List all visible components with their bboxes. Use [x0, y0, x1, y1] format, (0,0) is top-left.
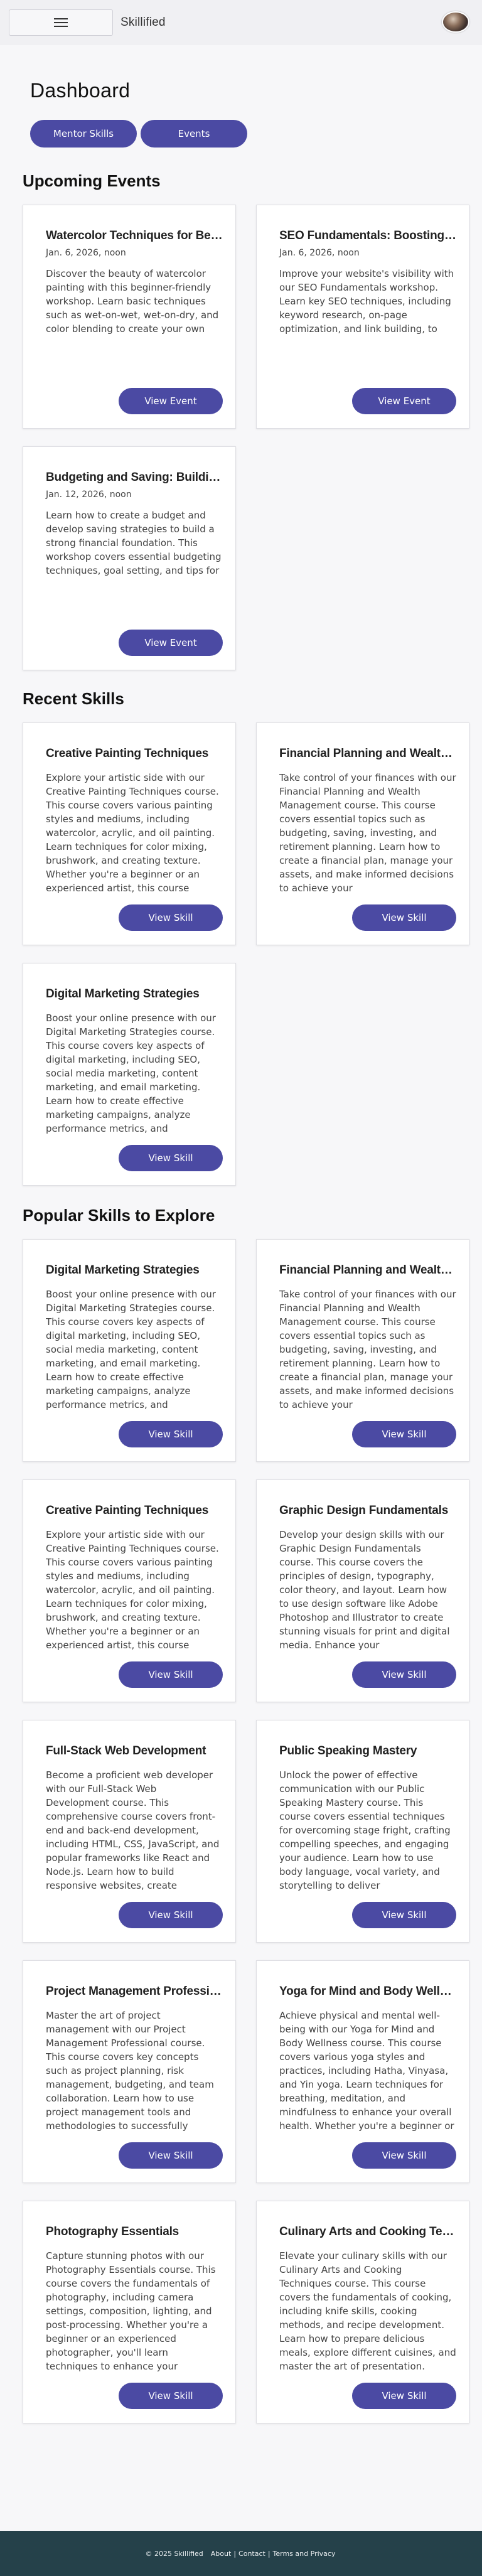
recent-skills-heading: Recent Skills — [23, 689, 124, 708]
top-navbar: Skillified — [0, 0, 482, 45]
card-title: SEO Fundamentals: Boosting Your Website … — [279, 229, 456, 242]
card-description: Unlock the power of effective communicat… — [279, 1769, 451, 1891]
view-skill-button[interactable]: View Skill — [352, 2383, 456, 2409]
card-description: Discover the beauty of watercolor painti… — [46, 268, 219, 335]
event-date: Jan. 12, 2026, noon — [46, 490, 132, 500]
events-grid: Watercolor Techniques for Beginners Jan. … — [23, 205, 469, 670]
view-skill-button[interactable]: View Skill — [352, 1421, 456, 1447]
skill-card: Full-Stack Web Development Become a profi… — [23, 1720, 236, 1943]
card-title: Culinary Arts and Cooking Techniques — [279, 2225, 456, 2238]
view-skill-button[interactable]: View Skill — [352, 1902, 456, 1928]
skill-card: Financial Planning and Wealth Management… — [256, 1239, 469, 1462]
footer-link-about[interactable]: About — [211, 2550, 232, 2558]
card-description: Elevate your culinary skills with our Cu… — [279, 2250, 456, 2372]
card-title: Yoga for Mind and Body Wellness — [279, 1985, 456, 1998]
card-description: Become a proficient web developer with o… — [46, 1769, 220, 1891]
card-title: Financial Planning and Wealth Management — [279, 1264, 456, 1277]
view-skill-button[interactable]: View Skill — [119, 1421, 223, 1447]
main-content: Dashboard Mentor Skills Events Upcoming … — [0, 79, 482, 2423]
event-date: Jan. 6, 2026, noon — [279, 248, 360, 258]
view-skill-button[interactable]: View Skill — [352, 1661, 456, 1688]
card-description: Explore your artistic side with our Crea… — [46, 1529, 219, 1651]
card-title: Budgeting and Saving: Building Financial… — [46, 471, 223, 484]
skill-card: Yoga for Mind and Body Wellness Achieve p… — [256, 1960, 469, 2183]
event-card: SEO Fundamentals: Boosting Your Website … — [256, 205, 469, 429]
view-skill-button[interactable]: View Skill — [119, 1145, 223, 1171]
card-title: Creative Painting Techniques — [46, 1504, 209, 1517]
view-event-button[interactable]: View Event — [352, 388, 456, 414]
popular-skills-grid: Digital Marketing Strategies Boost your o… — [23, 1239, 469, 2423]
view-skill-button[interactable]: View Skill — [119, 1661, 223, 1688]
view-skill-button[interactable]: View Skill — [119, 904, 223, 931]
skill-card: Photography Essentials Capture stunning p… — [23, 2201, 236, 2423]
footer: © 2025 Skillified About | Contact | Terms an… — [0, 2531, 482, 2576]
footer-link-terms[interactable]: Terms and Privacy — [273, 2550, 336, 2558]
footer-separator: | — [267, 2549, 270, 2558]
card-description: Boost your online presence with our Digi… — [46, 1289, 216, 1410]
skill-card: Public Speaking Mastery Unlock the power … — [256, 1720, 469, 1943]
skill-card: Digital Marketing Strategies Boost your o… — [23, 1239, 236, 1462]
dashboard-tabs: Mentor Skills Events — [30, 120, 459, 148]
view-skill-button[interactable]: View Skill — [119, 2142, 223, 2169]
user-avatar[interactable] — [442, 11, 469, 33]
card-title: Financial Planning and Wealth Management — [279, 747, 456, 760]
card-title: Graphic Design Fundamentals — [279, 1504, 449, 1517]
card-description: Capture stunning photos with our Photogr… — [46, 2250, 216, 2372]
card-description: Achieve physical and mental well-being w… — [279, 2010, 454, 2132]
card-description: Develop your design skills with our Grap… — [279, 1529, 450, 1651]
view-skill-button[interactable]: View Skill — [119, 1902, 223, 1928]
view-skill-button[interactable]: View Skill — [119, 2383, 223, 2409]
tab-mentor-skills[interactable]: Mentor Skills — [30, 120, 137, 148]
skill-card: Financial Planning and Wealth Management… — [256, 722, 469, 945]
skill-card: Creative Painting Techniques Explore your… — [23, 1479, 236, 1702]
view-event-button[interactable]: View Event — [119, 388, 223, 414]
card-description: Learn how to create a budget and develop… — [46, 510, 222, 576]
card-title: Creative Painting Techniques — [46, 747, 209, 760]
upcoming-events-heading: Upcoming Events — [23, 171, 161, 190]
brand-name[interactable]: Skillified — [120, 16, 166, 30]
card-description: Boost your online presence with our Digi… — [46, 1012, 216, 1134]
view-skill-button[interactable]: View Skill — [352, 904, 456, 931]
event-date: Jan. 6, 2026, noon — [46, 248, 126, 258]
card-title: Watercolor Techniques for Beginners — [46, 229, 223, 242]
recent-skills-grid: Creative Painting Techniques Explore your… — [23, 722, 469, 1186]
card-title: Full-Stack Web Development — [46, 1744, 206, 1758]
skill-card: Digital Marketing Strategies Boost your o… — [23, 963, 236, 1186]
footer-copyright: © 2025 Skillified — [145, 2549, 203, 2558]
page-title: Dashboard — [30, 79, 131, 102]
footer-link-contact[interactable]: Contact — [238, 2550, 265, 2558]
view-event-button[interactable]: View Event — [119, 630, 223, 656]
skill-card: Graphic Design Fundamentals Develop your … — [256, 1479, 469, 1702]
card-title: Public Speaking Mastery — [279, 1744, 417, 1758]
footer-separator: | — [233, 2549, 237, 2558]
event-card: Budgeting and Saving: Building Financial… — [23, 446, 236, 670]
card-description: Explore your artistic side with our Crea… — [46, 772, 219, 894]
skill-card: Culinary Arts and Cooking Techniques Elev… — [256, 2201, 469, 2423]
card-description: Take control of your finances with our F… — [279, 1289, 456, 1410]
tab-events[interactable]: Events — [141, 120, 247, 148]
card-description: Master the art of project management wit… — [46, 2010, 214, 2132]
card-title: Project Management Professional — [46, 1985, 223, 1998]
event-card: Watercolor Techniques for Beginners Jan. … — [23, 205, 236, 429]
menu-toggle-button[interactable] — [9, 9, 113, 36]
skill-card: Project Management Professional Master th… — [23, 1960, 236, 2183]
popular-skills-heading: Popular Skills to Explore — [23, 1206, 215, 1225]
skill-card: Creative Painting Techniques Explore your… — [23, 722, 236, 945]
card-description: Improve your website's visibility with o… — [279, 268, 454, 335]
card-title: Digital Marketing Strategies — [46, 1264, 200, 1277]
view-skill-button[interactable]: View Skill — [352, 2142, 456, 2169]
hamburger-icon — [54, 16, 68, 30]
card-description: Take control of your finances with our F… — [279, 772, 456, 894]
card-title: Digital Marketing Strategies — [46, 987, 200, 1001]
card-title: Photography Essentials — [46, 2225, 179, 2238]
footer-links: About | Contact | Terms and Privacy — [210, 2550, 337, 2558]
